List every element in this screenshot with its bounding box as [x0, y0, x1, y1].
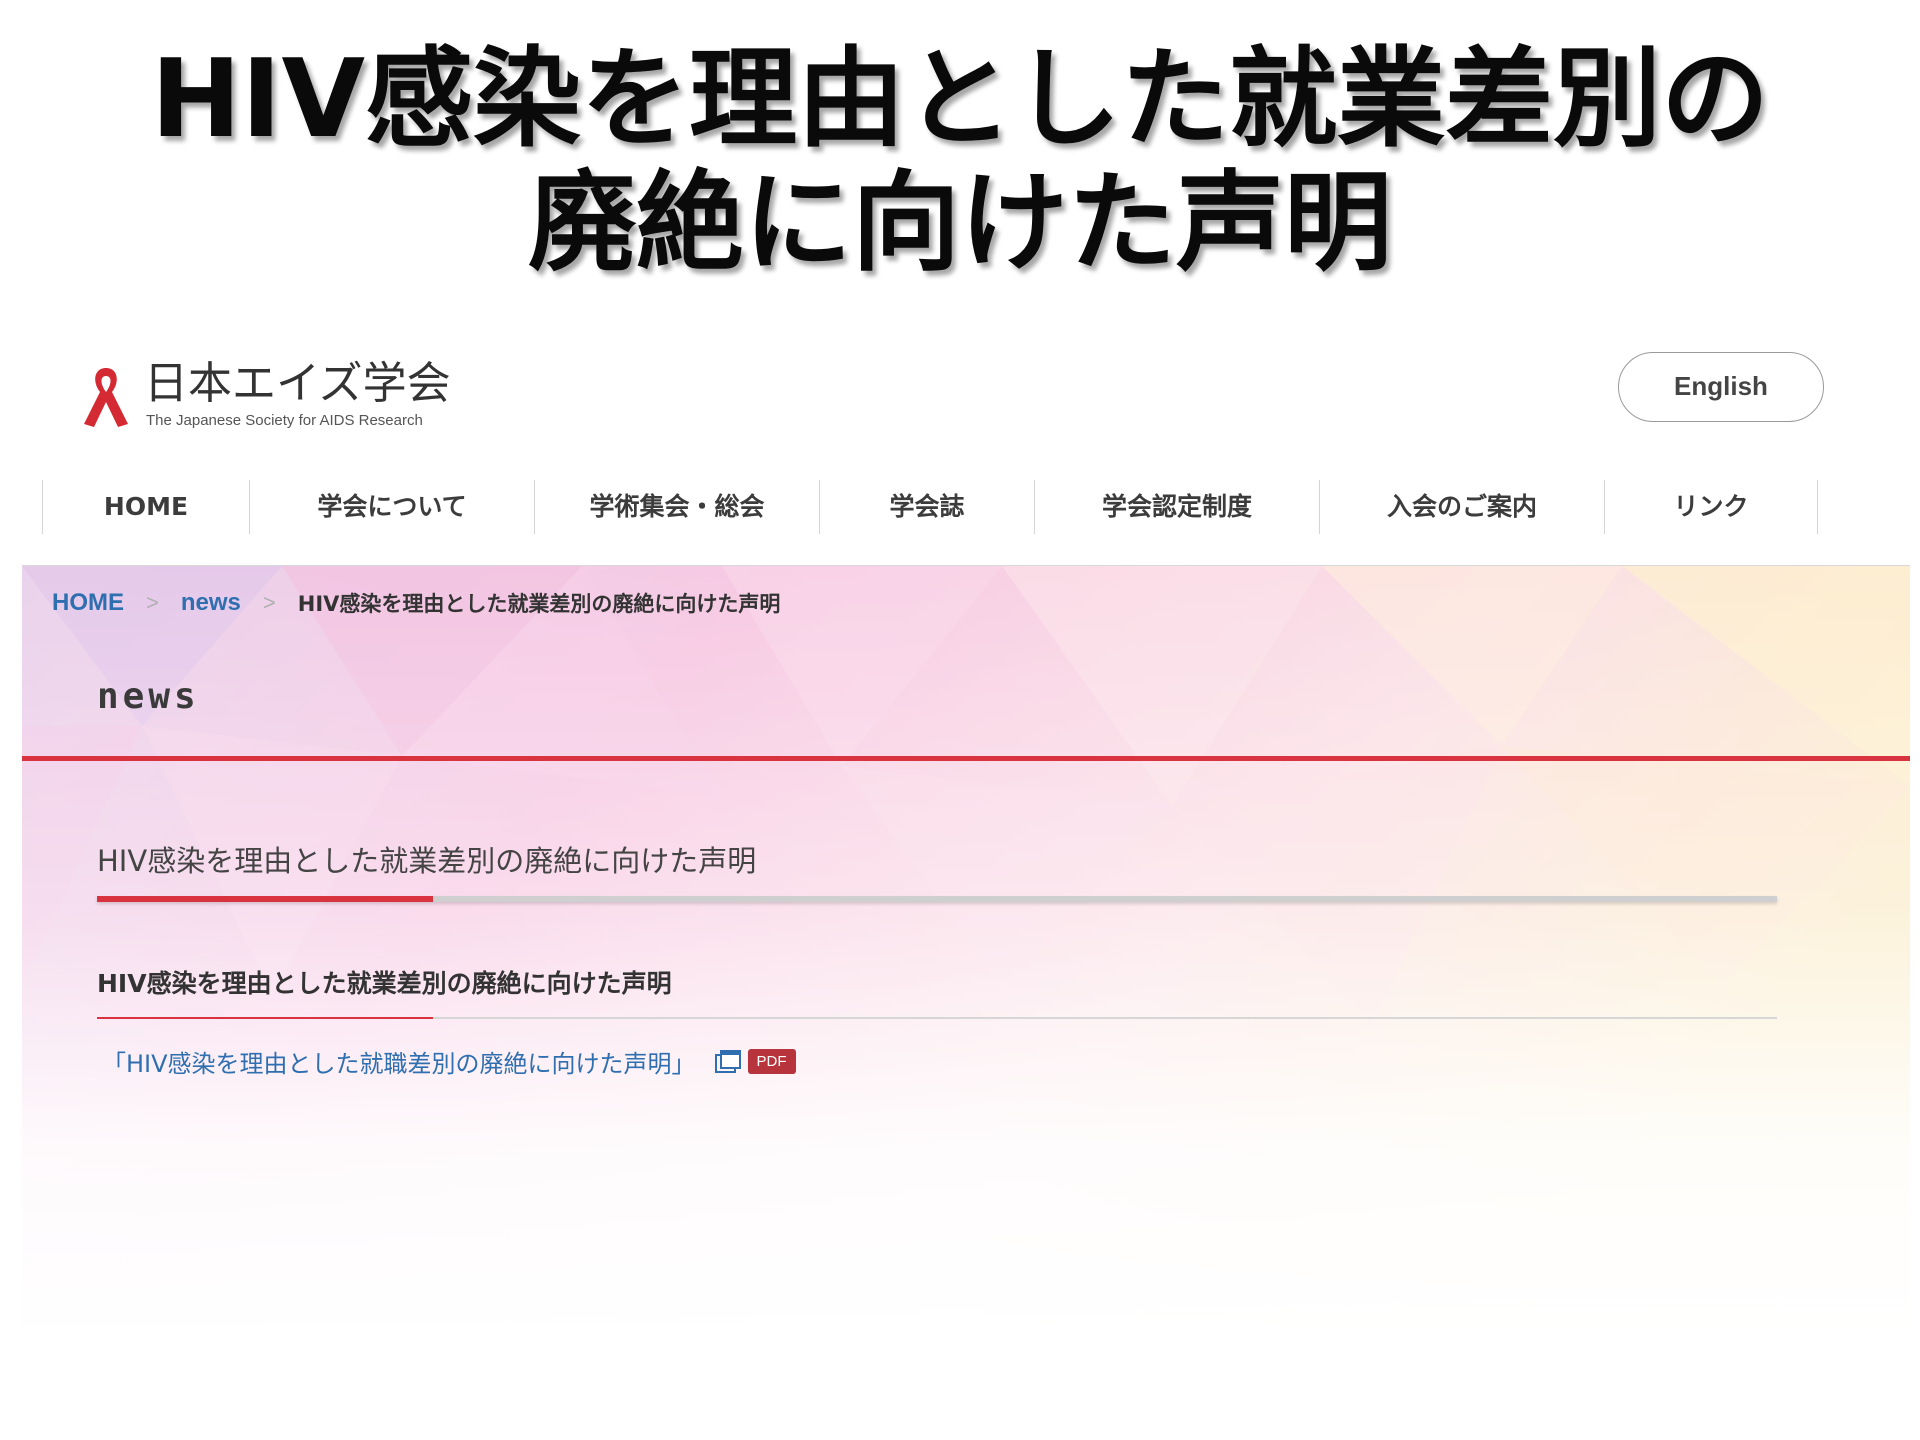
logo-name: 日本エイズ学会: [144, 358, 451, 409]
pdf-badge[interactable]: PDF: [747, 1049, 796, 1074]
breadcrumb-chevron-icon: >: [146, 590, 159, 615]
nav-item-membership[interactable]: 入会のご案内: [1320, 480, 1605, 534]
site-logo[interactable]: 日本エイズ学会 The Japanese Society for AIDS Re…: [62, 352, 462, 429]
subheading-underline-accent: [97, 1016, 433, 1019]
article-title-underline: [97, 896, 1777, 902]
breadcrumb: HOME > news > HIV感染を理由とした就業差別の廃絶に向けた声明: [52, 588, 780, 618]
article-title-underline-accent: [97, 896, 433, 902]
slide-title: HIV感染を理由とした就業差別の 廃絶に向けた声明: [0, 38, 1920, 286]
section-divider: [22, 756, 1910, 761]
pastel-polygon-background: [22, 566, 1910, 1341]
red-ribbon-icon: [84, 368, 128, 427]
global-nav: HOME 学会について 学術集会・総会 学会誌 学会認定制度 入会のご案内 リン…: [42, 480, 1829, 534]
nav-item-links[interactable]: リンク: [1605, 480, 1818, 534]
nav-item-about[interactable]: 学会について: [250, 480, 535, 534]
section-heading: news: [97, 676, 200, 717]
article-title: HIV感染を理由とした就業差別の廃絶に向けた声明: [97, 844, 757, 878]
website-screenshot: 日本エイズ学会 The Japanese Society for AIDS Re…: [22, 330, 1910, 1341]
page-content-area: HOME > news > HIV感染を理由とした就業差別の廃絶に向けた声明 n…: [22, 565, 1910, 1341]
nav-item-certification[interactable]: 学会認定制度: [1035, 480, 1320, 534]
logo-subtitle: The Japanese Society for AIDS Research: [146, 412, 423, 429]
new-window-icon[interactable]: [714, 1048, 742, 1076]
statement-document-link[interactable]: 「HIV感染を理由とした就職差別の廃絶に向けた声明」: [102, 1044, 696, 1079]
slide-title-line-1: HIV感染を理由とした就業差別の: [150, 37, 1770, 162]
breadcrumb-current-page: HIV感染を理由とした就業差別の廃絶に向けた声明: [297, 592, 781, 616]
presentation-slide: HIV感染を理由とした就業差別の 廃絶に向けた声明 日本エイズ学会 The Ja…: [0, 0, 1920, 1440]
breadcrumb-home-link[interactable]: HOME: [52, 589, 124, 617]
document-link-row: 「HIV感染を理由とした就職差別の廃絶に向けた声明」 PDF: [102, 1044, 796, 1079]
nav-item-home[interactable]: HOME: [43, 480, 250, 534]
article-subheading: HIV感染を理由とした就業差別の廃絶に向けた声明: [97, 969, 672, 998]
nav-item-journal[interactable]: 学会誌: [820, 480, 1035, 534]
breadcrumb-news-link[interactable]: news: [181, 589, 241, 617]
english-language-button[interactable]: English: [1618, 352, 1824, 422]
subheading-underline: [97, 1016, 1777, 1019]
breadcrumb-chevron-icon: >: [262, 590, 276, 615]
nav-item-conference[interactable]: 学術集会・総会: [535, 480, 820, 534]
slide-title-line-2: 廃絶に向けた声明: [527, 161, 1392, 286]
